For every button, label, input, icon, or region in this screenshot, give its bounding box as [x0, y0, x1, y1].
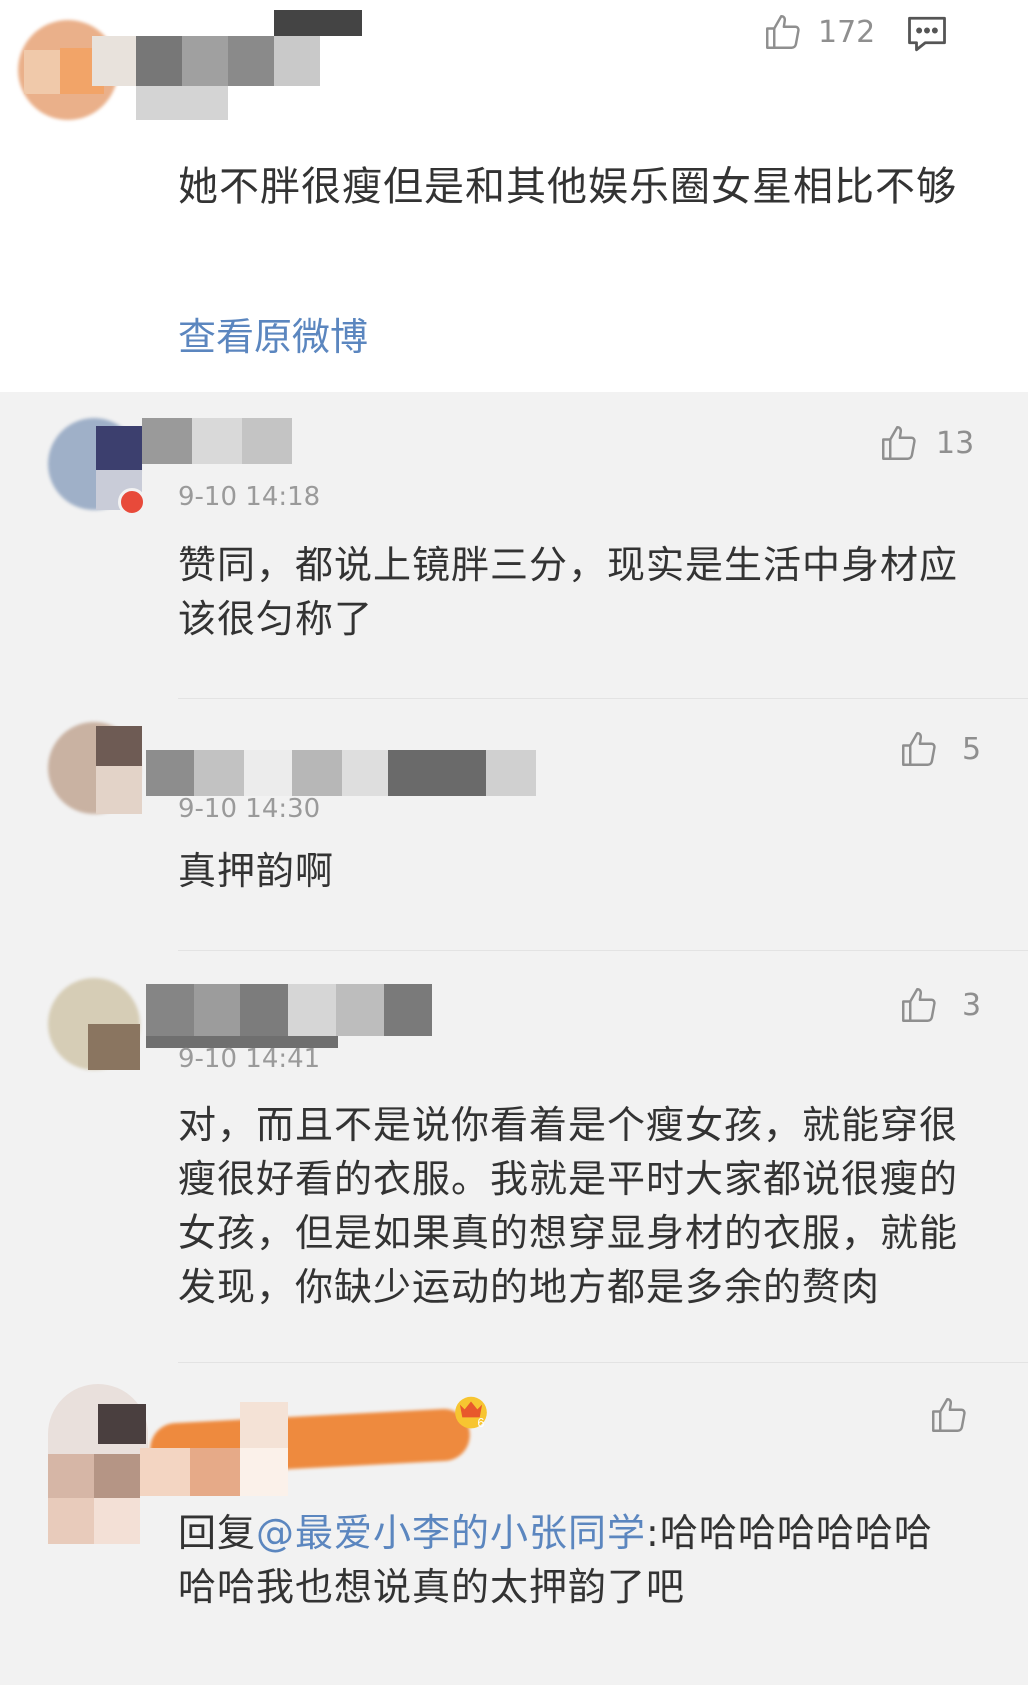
reply-text: 对，而且不是说你看着是个瘦女孩，就能穿很瘦很好看的衣服。我就是平时大家都说很瘦的… — [178, 1103, 959, 1309]
reply-time: 9-10 14:41 — [178, 1044, 321, 1074]
reply-prefix: 回复 — [178, 1511, 257, 1555]
thumbs-up-icon — [928, 1394, 970, 1436]
reply-text: 回复@最爱小李的小张同学:哈哈哈哈哈哈哈哈哈我也想说真的太押韵了吧 — [178, 1506, 958, 1614]
reply-like-button[interactable]: 5 — [898, 728, 981, 770]
reply-like-count: 3 — [962, 987, 982, 1023]
divider — [178, 1362, 1028, 1363]
reply-avatar[interactable] — [48, 722, 142, 814]
reply-like-count: 13 — [936, 425, 975, 461]
reply-text: 赞同，都说上镜胖三分，现实是生活中身材应该很匀称了 — [178, 543, 959, 641]
thumbs-up-icon — [878, 422, 920, 464]
main-post-text: 她不胖很瘦但是和其他娱乐圈女星相比不够 — [178, 164, 957, 210]
mention-link[interactable]: @最爱小李的小张同学 — [256, 1511, 646, 1555]
main-post-like-button[interactable]: 172 — [762, 12, 875, 52]
reply-like-button[interactable]: 3 — [898, 984, 981, 1026]
reply-username-pixelated[interactable] — [146, 984, 446, 1048]
main-post-like-count: 172 — [818, 14, 876, 50]
vip-crown-badge: 6 — [452, 1392, 490, 1430]
thumbs-up-icon — [898, 984, 940, 1026]
reply-like-count: 5 — [962, 731, 982, 767]
view-original-post-link[interactable]: 查看原微博 — [178, 306, 368, 361]
reply-text: 真押韵啊 — [178, 849, 335, 893]
main-post: 172 她不胖很瘦但是和其他娱乐圈女星相比不够 查看原微博 — [0, 0, 1028, 392]
reply-time: 9-10 14:30 — [178, 794, 321, 824]
thumbs-up-icon — [762, 11, 804, 53]
reply-time: 9-10 14:18 — [178, 482, 321, 512]
reply-username-pixelated[interactable] — [142, 418, 342, 464]
reply-like-button[interactable] — [928, 1394, 970, 1436]
reply-username-highlighted[interactable] — [140, 1384, 472, 1496]
divider — [178, 698, 1028, 699]
comment-icon — [906, 16, 948, 58]
comment-button[interactable] — [906, 14, 948, 58]
reply-avatar[interactable] — [48, 978, 140, 1070]
reply-username-pixelated[interactable] — [146, 750, 536, 796]
verified-badge — [118, 488, 146, 516]
main-post-username-pixelated[interactable] — [92, 6, 362, 120]
reply-like-button[interactable]: 13 — [878, 422, 974, 464]
reply-avatar[interactable] — [48, 1384, 148, 1544]
reply-avatar[interactable] — [48, 418, 146, 516]
divider — [178, 950, 1028, 951]
vip-level: 6 — [477, 1416, 484, 1430]
thumbs-up-icon — [898, 728, 940, 770]
